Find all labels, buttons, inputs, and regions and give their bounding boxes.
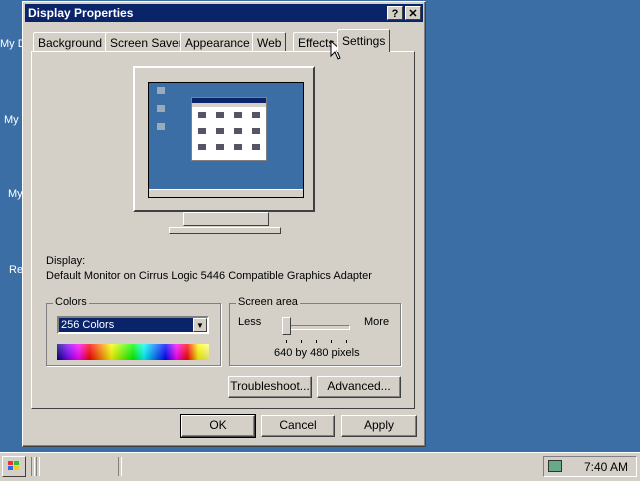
slider-tick — [331, 340, 332, 343]
start-button[interactable] — [2, 456, 26, 477]
desktop-icon-label-my-network[interactable]: My — [8, 188, 23, 200]
more-label: More — [364, 316, 390, 328]
display-settings-tray-icon[interactable] — [548, 460, 562, 472]
windows-logo-icon — [8, 461, 20, 472]
slider-tick — [316, 340, 317, 343]
monitor-base — [169, 227, 281, 234]
tab-background[interactable]: Background — [33, 32, 108, 51]
monitor-preview — [133, 66, 315, 212]
title-bar[interactable]: Display Properties ? ✕ — [25, 4, 423, 22]
desktop-icon-label-my-computer[interactable]: My — [4, 114, 19, 126]
slider-tick — [301, 340, 302, 343]
monitor-screen — [148, 82, 304, 198]
taskbar: 7:40 AM — [0, 452, 640, 481]
taskbar-separator[interactable] — [118, 457, 122, 476]
troubleshoot-button[interactable]: Troubleshoot... — [228, 376, 312, 398]
screen-area-slider-thumb[interactable] — [282, 317, 291, 335]
display-label: Display: — [46, 255, 86, 267]
resolution-value: 640 by 480 pixels — [274, 347, 360, 359]
colors-group-title: Colors — [53, 296, 89, 308]
cancel-button[interactable]: Cancel — [261, 415, 335, 437]
color-spectrum-preview — [57, 344, 209, 360]
display-adapter-value: Default Monitor on Cirrus Logic 5446 Com… — [46, 270, 372, 282]
desktop-icon-label-recycle-bin[interactable]: Re — [9, 264, 23, 276]
tab-screen-saver[interactable]: Screen Saver — [105, 32, 188, 51]
ok-button[interactable]: OK — [180, 414, 256, 438]
colors-group: Colors 256 Colors ▼ — [46, 296, 221, 366]
mini-desktop-icon — [157, 87, 165, 94]
taskbar-separator — [31, 457, 35, 476]
tab-appearance[interactable]: Appearance — [180, 32, 255, 51]
mini-taskbar — [149, 189, 303, 197]
window-title: Display Properties — [28, 6, 134, 20]
taskbar-clock[interactable]: 7:40 AM — [584, 460, 628, 474]
system-tray: 7:40 AM — [543, 456, 637, 477]
mini-desktop-icon — [157, 105, 165, 112]
monitor-stand — [183, 212, 269, 226]
screen-area-group: Screen area Less More 640 by 480 pixels — [229, 296, 401, 366]
slider-tick — [346, 340, 347, 343]
less-label: Less — [238, 316, 262, 328]
chevron-down-icon[interactable]: ▼ — [193, 318, 207, 332]
screen-area-slider-track[interactable] — [284, 325, 350, 330]
tab-settings[interactable]: Settings — [337, 29, 391, 52]
taskbar-separator[interactable] — [36, 457, 40, 476]
display-properties-window: Display Properties ? ✕ Background Screen… — [22, 1, 426, 447]
mini-desktop-icon — [157, 123, 165, 130]
slider-tick — [286, 340, 287, 343]
screen-area-group-title: Screen area — [236, 296, 300, 308]
close-button[interactable]: ✕ — [405, 6, 421, 20]
colors-dropdown[interactable]: 256 Colors ▼ — [57, 316, 209, 334]
help-button[interactable]: ? — [387, 6, 403, 20]
colors-selected-value: 256 Colors — [61, 319, 115, 331]
tab-web[interactable]: Web — [252, 32, 287, 51]
apply-button[interactable]: Apply — [341, 415, 417, 437]
mini-window — [191, 97, 267, 161]
advanced-button[interactable]: Advanced... — [317, 376, 401, 398]
